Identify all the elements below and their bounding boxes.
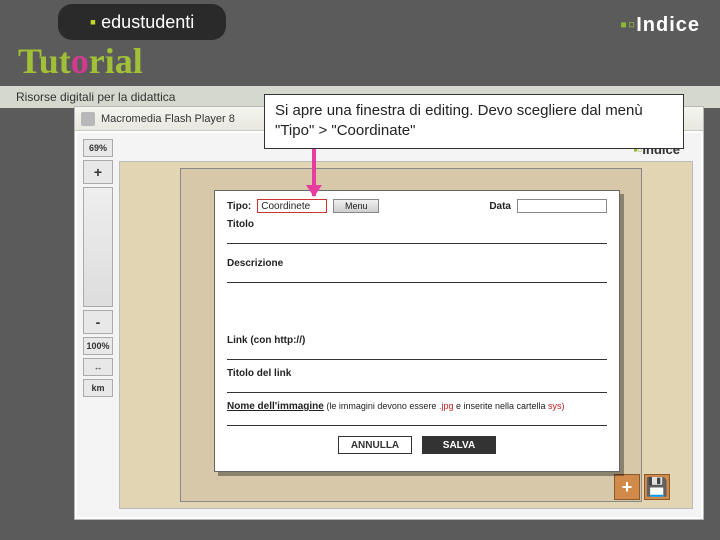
page-title: Tutorial: [18, 40, 143, 82]
save-disk-button[interactable]: 💾: [644, 474, 670, 500]
tipo-field[interactable]: Coordinete: [257, 199, 327, 213]
zoom-readout: 69%: [83, 139, 113, 157]
save-button[interactable]: SALVA: [422, 436, 496, 454]
zoom-in-button[interactable]: +: [83, 160, 113, 184]
titolo-field[interactable]: [227, 230, 607, 244]
link-label: Link (con http://): [227, 335, 607, 346]
zoom-100-button[interactable]: 100%: [83, 337, 113, 355]
link-field[interactable]: [227, 346, 607, 360]
zoom-out-button[interactable]: -: [83, 310, 113, 334]
zoom-fit-button[interactable]: ↔: [83, 358, 113, 376]
titolo-link-field[interactable]: [227, 379, 607, 393]
cancel-button[interactable]: ANNULLA: [338, 436, 412, 454]
edit-dialog: Tipo: Coordinete Menu Data Titolo Descri…: [214, 190, 620, 472]
titolo-link-label: Titolo del link: [227, 368, 607, 379]
indice-logo: ▪▫Indice: [620, 14, 700, 37]
corner-buttons: + 💾: [614, 474, 670, 500]
zoom-slider[interactable]: [83, 187, 113, 307]
tipo-menu-button[interactable]: Menu: [333, 199, 379, 213]
data-field[interactable]: [517, 199, 607, 213]
callout-text: Si apre una finestra di editing. Devo sc…: [275, 102, 643, 139]
data-label: Data: [489, 201, 511, 212]
callout-box: Si apre una finestra di editing. Devo sc…: [264, 94, 684, 149]
descrizione-label: Descrizione: [227, 258, 607, 269]
window-title: Macromedia Flash Player 8: [101, 113, 235, 125]
titolo-label: Titolo: [227, 219, 607, 230]
image-name-row: Nome dell'immagine (le immagini devono e…: [227, 401, 607, 412]
add-button[interactable]: +: [614, 474, 640, 500]
nome-img-field[interactable]: [227, 412, 607, 426]
brand-logo: ▪ edustudenti: [58, 4, 226, 40]
nome-img-label: Nome dell'immagine: [227, 401, 324, 412]
flash-icon: [81, 112, 95, 126]
tipo-label: Tipo:: [227, 201, 251, 212]
disk-icon: 💾: [646, 477, 668, 498]
descrizione-field[interactable]: [227, 269, 607, 283]
toolbar: 69% + - 100% ↔ km: [81, 139, 115, 397]
scale-unit: km: [83, 379, 113, 397]
